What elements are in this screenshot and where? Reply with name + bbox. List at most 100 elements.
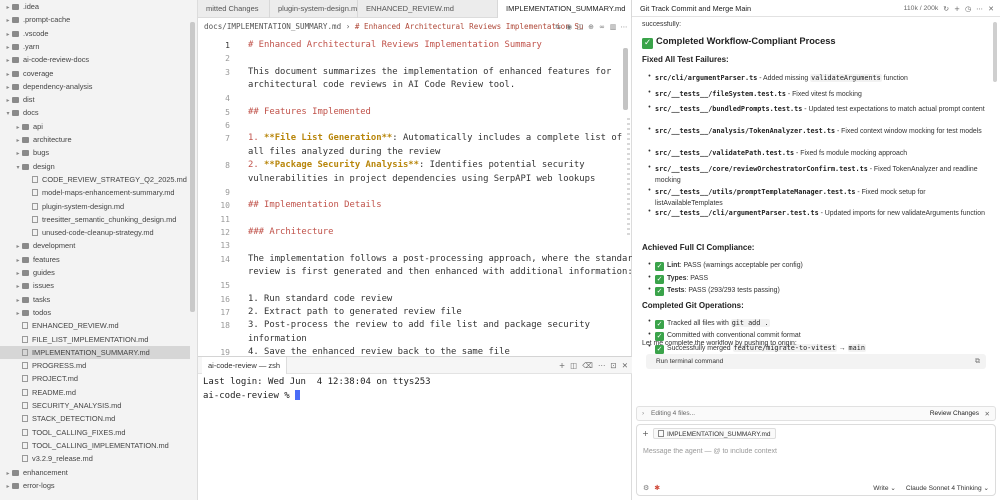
file-item[interactable]: v3.2.9_release.md [0,452,190,465]
folder-item[interactable]: ▸ enhancement [0,466,190,479]
new-chat-icon[interactable]: + [954,5,960,13]
folder-item[interactable]: ▸ .prompt-cache [0,13,190,26]
split-terminal-icon[interactable]: ◫ [570,361,577,370]
file-item[interactable]: IMPLEMENTATION_SUMMARY.md [0,345,190,360]
editor-tab[interactable]: mitted Changes [198,0,270,18]
folder-item[interactable]: ▸ bugs [0,146,190,159]
folder-item[interactable]: ▸ tasks [0,293,190,306]
folder-item[interactable]: ▸ dependency-analysis [0,80,190,93]
folder-item[interactable]: ▸ .yarn [0,40,190,53]
file-path[interactable]: src/__tests__/core/reviewOrchestratorCon… [655,165,868,173]
settings-icon[interactable]: ⚙ [643,484,649,492]
file-item[interactable]: treesitter_semantic_chunking_design.md [0,213,190,226]
split-icon[interactable]: ◫ [576,23,584,31]
folder-item[interactable]: ▸ error-logs [0,479,190,492]
file-item[interactable]: SECURITY_ANALYSIS.md [0,399,190,412]
folder-item[interactable]: ▸ ai-code-review-docs [0,53,190,66]
code-line[interactable]: This document summarizes the implementat… [248,67,611,77]
folder-item[interactable]: ▸ api [0,120,190,133]
file-item[interactable]: ENHANCED_REVIEW.md [0,319,190,332]
breadcrumb-current[interactable]: # Enhanced Architectural Reviews Impleme… [355,22,584,31]
terminal-prompt-line[interactable]: ai-code-review % [203,390,301,401]
file-item[interactable]: FILE_LIST_IMPLEMENTATION.md [0,333,190,346]
folder-item[interactable]: ▸ issues [0,279,190,292]
folder-item[interactable]: ▾ docs [0,106,190,119]
file-path[interactable]: src/__tests__/cli/argumentParser.test.ts [655,209,819,217]
code-line[interactable]: ### Architecture [248,227,334,237]
editor-scrollbar[interactable] [623,48,628,110]
file-item[interactable]: PROGRESS.md [0,359,190,372]
folder-item[interactable]: ▸ .vscode [0,27,190,40]
more-icon[interactable]: ⋯ [598,361,606,370]
code-line[interactable]: information [248,334,307,344]
folder-item[interactable]: ▸ development [0,239,190,252]
copy-icon[interactable]: ⧉ [975,354,980,369]
compare-icon[interactable]: ⇆ [554,23,562,31]
editor-tab[interactable]: plugin-system-design.md [270,0,358,18]
folder-item[interactable]: ▸ guides [0,266,190,279]
file-item[interactable]: CODE_REVIEW_STRATEGY_Q2_2025.md [0,173,190,186]
maximize-icon[interactable]: ⊡ [610,361,616,370]
folder-item[interactable]: ▸ .idea [0,0,190,13]
code-line[interactable]: 1. **File List Generation**: Automatical… [248,133,622,143]
file-item[interactable]: unused-code-cleanup-strategy.md [0,226,190,239]
code-line[interactable]: 1. Run standard code review [248,294,392,304]
file-item[interactable]: README.md [0,386,190,399]
mode-selector[interactable]: Write ⌄ [873,484,896,492]
folder-item[interactable]: ▾ design [0,160,190,173]
trash-icon[interactable]: ⌫ [582,361,593,370]
more-icon[interactable]: ⋯ [620,23,628,31]
folder-item[interactable]: ▸ coverage [0,67,190,80]
model-selector[interactable]: Claude Sonnet 4 Thinking ⌄ [906,484,989,492]
file-item[interactable]: plugin-system-design.md [0,200,190,213]
context-chip[interactable]: IMPLEMENTATION_SUMMARY.md [653,428,776,439]
folder-item[interactable]: ▸ todos [0,306,190,319]
chat-title[interactable]: Git Track Commit and Merge Main [640,0,751,17]
breadcrumb-path[interactable]: docs/IMPLEMENTATION_SUMMARY.md [204,22,341,31]
close-icon[interactable]: ✕ [988,5,994,13]
pin-icon[interactable]: ⊕ [587,23,595,31]
file-path[interactable]: src/cli/argumentParser.ts [655,74,757,82]
code-line[interactable]: 4. Save the enhanced review back to the … [248,347,510,356]
history-icon[interactable]: ◷ [965,5,971,13]
close-icon[interactable]: ✕ [985,407,990,421]
file-path[interactable]: src/__tests__/analysis/TokenAnalyzer.tes… [655,127,835,135]
chevron-right-icon[interactable]: › [642,407,644,421]
code-line[interactable]: review is first generated and then enhan… [248,267,632,277]
code-line[interactable]: 2. Extract path to generated review file [248,307,462,317]
run-terminal-command[interactable]: Run terminal command ⧉ [646,354,986,369]
bug-icon[interactable]: ✱ [654,484,660,492]
add-terminal-icon[interactable]: + [559,361,565,370]
add-context-icon[interactable]: + [641,429,650,438]
file-item[interactable]: model-maps-enhancement-summary.md [0,186,190,199]
columns-icon[interactable]: ▥ [609,23,617,31]
more-icon[interactable]: ⋯ [976,5,983,13]
code-line[interactable]: ## Features Implemented [248,107,371,117]
preview-icon[interactable]: ◉ [565,23,573,31]
message-input[interactable] [643,445,988,457]
code-line[interactable]: # Enhanced Architectural Reviews Impleme… [248,40,542,50]
code-line[interactable]: 2. **Package Security Analysis**: Identi… [248,160,585,170]
code-line[interactable]: all files analyzed during the review [248,147,440,157]
refresh-icon[interactable]: ↻ [943,5,949,13]
editor-tab[interactable]: ENHANCED_REVIEW.md [358,0,498,18]
code-area[interactable]: 1 # Enhanced Architectural Reviews Implem… [198,37,632,356]
folder-item[interactable]: ▸ architecture [0,133,190,146]
explorer-scrollbar[interactable] [190,22,195,312]
editor-tab[interactable]: IMPLEMENTATION_SUMMARY.md [498,0,632,18]
file-item[interactable]: TOOL_CALLING_IMPLEMENTATION.md [0,439,190,452]
code-line[interactable]: The implementation follows a post-proces… [248,254,632,264]
file-item[interactable]: TOOL_CALLING_FIXES.md [0,426,190,439]
file-path[interactable]: src/__tests__/fileSystem.test.ts [655,90,786,98]
file-path[interactable]: src/__tests__/utils/promptTemplateManage… [655,188,856,196]
link-icon[interactable]: ∞ [598,23,606,31]
file-item[interactable]: STACK_DETECTION.md [0,412,190,425]
folder-item[interactable]: ▸ dist [0,93,190,106]
close-icon[interactable]: ✕ [622,361,628,370]
terminal-tab[interactable]: ai-code-review — zsh [202,357,288,374]
file-item[interactable]: PROJECT.md [0,372,190,385]
code-line[interactable]: architectural code reviews in AI Code Re… [248,80,515,90]
file-path[interactable]: src/__tests__/bundledPrompts.test.ts [655,105,802,113]
file-path[interactable]: src/__tests__/validatePath.test.ts [655,149,794,157]
code-line[interactable]: ## Implementation Details [248,200,382,210]
